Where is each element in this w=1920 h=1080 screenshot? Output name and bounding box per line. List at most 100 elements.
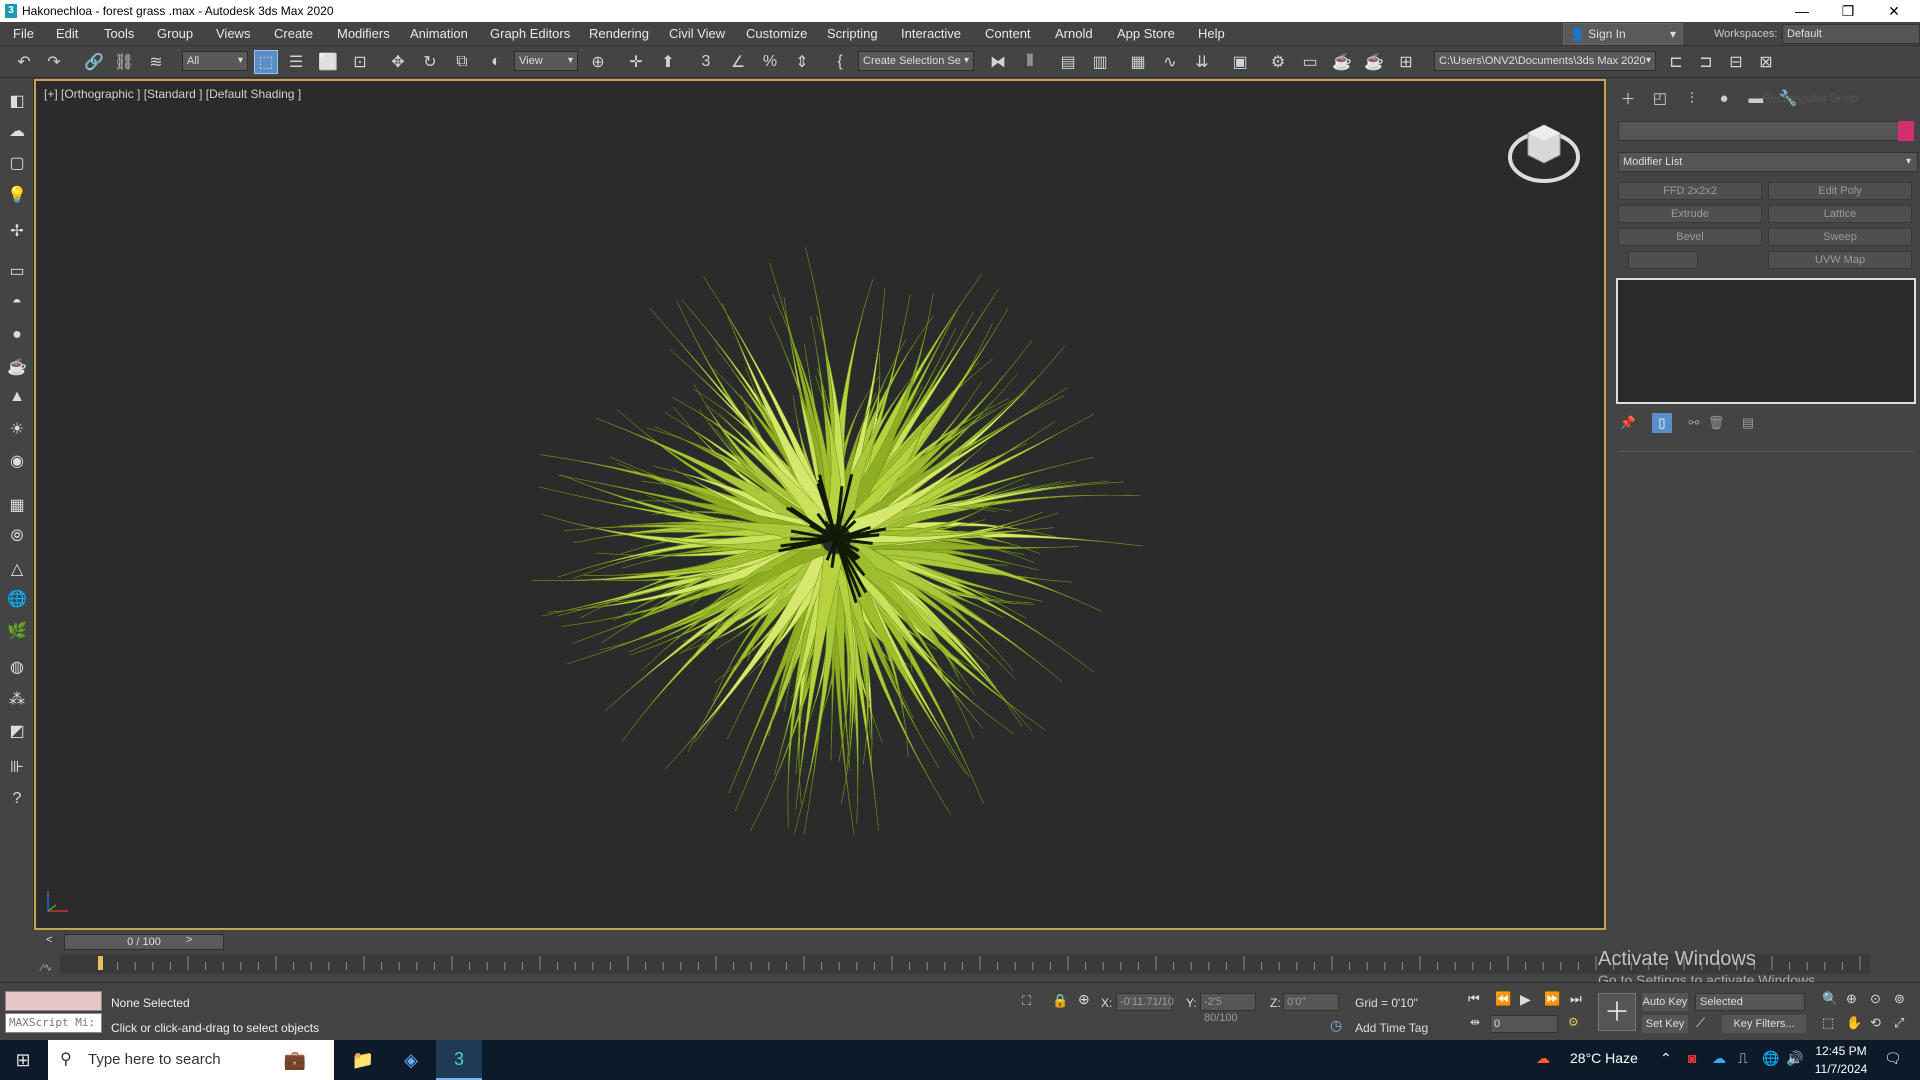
- time-configuration-icon[interactable]: ⚙: [1568, 1015, 1579, 1029]
- move-icon[interactable]: ✥: [386, 50, 410, 74]
- bind-space-warp-icon[interactable]: ≋: [144, 50, 168, 74]
- menu-edit[interactable]: Edit: [56, 26, 78, 41]
- file-explorer-icon[interactable]: 📁: [340, 1040, 386, 1080]
- auto-key-button[interactable]: Auto Key: [1642, 993, 1688, 1011]
- select-by-name-icon[interactable]: ☰: [284, 50, 308, 74]
- maxscript-mini-listener[interactable]: MAXScript Mi:: [5, 1013, 102, 1033]
- bone-icon[interactable]: ⦾: [5, 525, 29, 549]
- ffd-button[interactable]: FFD 2x2x2: [1618, 182, 1762, 200]
- help-icon[interactable]: ?: [5, 787, 29, 811]
- volume-icon[interactable]: 🔊: [1786, 1050, 1803, 1067]
- grass-plant-model[interactable]: [36, 81, 1604, 928]
- workspace-select[interactable]: Default: [1782, 24, 1920, 44]
- rotate-icon[interactable]: ↻: [418, 50, 442, 74]
- key-mode-dropdown[interactable]: Selected: [1695, 993, 1805, 1011]
- cone-icon[interactable]: ▲: [5, 385, 29, 409]
- dope-sheet-icon[interactable]: ⇊: [1190, 50, 1214, 74]
- maxscript-listener-output[interactable]: [5, 991, 102, 1011]
- maximize-viewport-icon[interactable]: ⤢: [1894, 1015, 1904, 1031]
- notifications-icon[interactable]: 🗨: [1884, 1050, 1902, 1067]
- particles-icon[interactable]: ⁂: [5, 687, 29, 711]
- prev-frame-button[interactable]: <: [46, 934, 52, 946]
- key-filters-button[interactable]: Key Filters...: [1722, 1015, 1806, 1033]
- field-of-view-icon[interactable]: ⬚: [1822, 1015, 1834, 1031]
- go-to-start-icon[interactable]: ⏮: [1468, 991, 1480, 1007]
- scene-explorer-icon[interactable]: ▤: [1056, 50, 1080, 74]
- undo-icon[interactable]: ↶: [12, 50, 36, 74]
- unlink-icon[interactable]: ⛓: [112, 50, 136, 74]
- mirror-icon[interactable]: ⧓: [986, 50, 1010, 74]
- sign-in-button[interactable]: 👤 Sign In ▾: [1563, 23, 1683, 45]
- export-icon[interactable]: ⊠: [1754, 50, 1778, 74]
- layer-explorer-icon[interactable]: ▥: [1088, 50, 1112, 74]
- triangle-mesh-icon[interactable]: △: [5, 557, 29, 581]
- create-project-icon[interactable]: ⊐: [1694, 50, 1718, 74]
- weather-text[interactable]: 28°C Haze: [1570, 1050, 1638, 1066]
- sphere-icon[interactable]: ●: [5, 323, 29, 347]
- show-end-result-icon[interactable]: ▯: [1652, 413, 1672, 433]
- pivot-center-icon[interactable]: ⊕: [586, 50, 610, 74]
- grid-icon[interactable]: ▦: [5, 493, 29, 517]
- menu-rendering[interactable]: Rendering: [589, 26, 649, 41]
- menu-civil-view[interactable]: Civil View: [669, 26, 725, 41]
- zoom-icon[interactable]: 🔍: [1822, 991, 1838, 1007]
- render-in-cloud-icon[interactable]: ⊞: [1394, 50, 1418, 74]
- x-coordinate-field[interactable]: -0'11.71/10: [1116, 993, 1174, 1011]
- make-unique-icon[interactable]: ⚯: [1684, 413, 1704, 433]
- tray-app-icon[interactable]: ◙: [1688, 1050, 1696, 1066]
- menu-file[interactable]: File: [13, 26, 34, 41]
- teapot-icon[interactable]: ☕: [5, 355, 29, 379]
- z-coordinate-field[interactable]: 0'0": [1283, 993, 1339, 1011]
- hierarchy-tab-icon[interactable]: ⫶: [1680, 87, 1704, 109]
- previous-frame-icon[interactable]: ⏪: [1495, 991, 1511, 1007]
- helper-icon[interactable]: ✢: [5, 219, 29, 243]
- place-icon[interactable]: ◐: [484, 50, 508, 74]
- pin-stack-icon[interactable]: 📌: [1618, 413, 1638, 433]
- viewport-layout-icon[interactable]: ◧: [5, 89, 29, 113]
- box-icon[interactable]: ▢: [5, 151, 29, 175]
- globe-icon[interactable]: 🌐: [5, 587, 29, 611]
- uvw-map-button[interactable]: UVW Map: [1768, 251, 1912, 269]
- torus-icon[interactable]: ◉: [5, 449, 29, 473]
- menu-content[interactable]: Content: [985, 26, 1031, 41]
- spinner-snap-icon[interactable]: ⇕: [790, 50, 814, 74]
- go-to-end-icon[interactable]: ⏭: [1570, 991, 1582, 1007]
- import-icon[interactable]: ⊟: [1724, 50, 1748, 74]
- redo-icon[interactable]: ↷: [42, 50, 66, 74]
- percent-snap-icon[interactable]: %: [758, 50, 782, 74]
- current-frame-field[interactable]: 0: [1490, 1015, 1558, 1033]
- plane-icon[interactable]: ▭: [5, 259, 29, 283]
- extrude-button[interactable]: Extrude: [1618, 205, 1762, 223]
- current-frame-marker[interactable]: [98, 956, 103, 970]
- menu-scripting[interactable]: Scripting: [827, 26, 878, 41]
- key-tangent-icon[interactable]: ⟋: [1696, 1015, 1705, 1031]
- menu-create[interactable]: Create: [274, 26, 313, 41]
- time-tag-icon[interactable]: ◷: [1330, 1017, 1342, 1034]
- menu-animation[interactable]: Animation: [410, 26, 468, 41]
- add-time-tag[interactable]: Add Time Tag: [1355, 1021, 1428, 1035]
- absolute-mode-icon[interactable]: ⊕: [1078, 991, 1090, 1008]
- utilities-icon[interactable]: ⊪: [5, 755, 29, 779]
- next-frame-icon[interactable]: ⏩: [1544, 991, 1560, 1007]
- edit-named-selection-icon[interactable]: {: [828, 50, 852, 74]
- bevel-button[interactable]: Bevel: [1618, 228, 1762, 246]
- zoom-extents-all-icon[interactable]: ⊚: [1894, 991, 1905, 1007]
- configure-sets-icon[interactable]: ▤: [1738, 413, 1758, 433]
- create-tab-icon[interactable]: ＋: [1616, 87, 1640, 109]
- time-slider[interactable]: 0 / 100: [64, 934, 224, 950]
- empty-modifier-button[interactable]: [1628, 251, 1698, 269]
- clock[interactable]: 12:45 PM 11/7/2024: [1806, 1042, 1876, 1078]
- angle-snap-icon[interactable]: ∠: [726, 50, 750, 74]
- menu-group[interactable]: Group: [157, 26, 193, 41]
- menu-interactive[interactable]: Interactive: [901, 26, 961, 41]
- close-button[interactable]: ✕: [1872, 0, 1916, 22]
- align-icon[interactable]: ⫴: [1018, 50, 1042, 74]
- render-setup-icon[interactable]: ⚙: [1266, 50, 1290, 74]
- set-key-big-icon[interactable]: ＋: [1598, 993, 1636, 1031]
- material-sphere-icon[interactable]: ◍: [5, 655, 29, 679]
- set-project-icon[interactable]: ⊏: [1664, 50, 1688, 74]
- windows-start-icon[interactable]: ⊞: [0, 1040, 46, 1080]
- remove-modifier-icon[interactable]: 🗑: [1706, 413, 1726, 433]
- object-color-swatch[interactable]: [1898, 121, 1914, 141]
- ribbon-icon[interactable]: ▦: [1126, 50, 1150, 74]
